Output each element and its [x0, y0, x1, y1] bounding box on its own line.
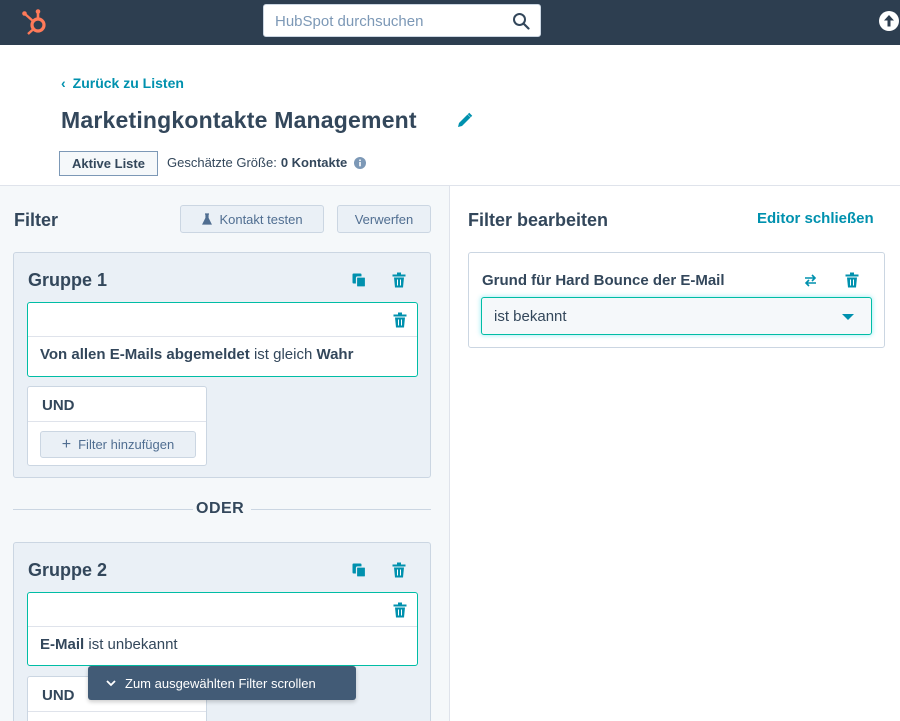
search-icon[interactable] [512, 12, 530, 30]
trash-icon[interactable] [391, 272, 407, 288]
search-input[interactable]: HubSpot durchsuchen [263, 4, 541, 37]
swap-icon[interactable] [803, 273, 818, 288]
clone-icon[interactable] [351, 272, 367, 288]
trash-icon[interactable] [392, 602, 408, 618]
filter-property: E-Mail [40, 636, 85, 653]
add-filter-button[interactable]: + Filter hinzufügen [40, 431, 196, 458]
trash-icon[interactable] [391, 562, 407, 578]
filter-card[interactable]: E-Mail ist unbekannt [27, 592, 418, 666]
group-title: Gruppe 1 [28, 270, 108, 290]
filter-property: Von allen E-Mails abgemeldet [40, 346, 250, 363]
plus-icon: + [61, 435, 72, 453]
or-line-left [13, 509, 193, 510]
discard-label: Verwerfen [354, 211, 414, 227]
close-editor-link[interactable]: Editor schließen [757, 210, 874, 227]
filter-panel: Filter Kontakt testen Verwerfen Gruppe 1 [0, 186, 450, 721]
and-block: UND + Filter hinzufügen [27, 386, 207, 466]
filter-value: Wahr [316, 346, 354, 363]
trash-icon[interactable] [844, 272, 860, 288]
operator-select-value: ist bekannt [494, 308, 567, 325]
filter-edit-card: Grund für Hard Bounce der E-Mail ist bek… [468, 252, 885, 348]
back-link-label: Zurück zu Listen [72, 75, 184, 91]
filter-description: E-Mail ist unbekannt [28, 627, 417, 662]
upgrade-icon[interactable] [878, 10, 900, 32]
top-navigation: HubSpot durchsuchen [0, 0, 900, 45]
or-label: ODER [196, 500, 245, 517]
chevron-down-icon [106, 679, 116, 686]
trash-icon[interactable] [392, 312, 408, 328]
filter-card-header [28, 593, 417, 627]
filter-operator: ist unbekannt [88, 636, 178, 653]
size-value: 0 Kontakte [280, 155, 348, 170]
filter-panel-title: Filter [14, 210, 59, 230]
search-placeholder: HubSpot durchsuchen [275, 13, 424, 30]
add-filter-label: Filter hinzufügen [78, 437, 175, 452]
filter-card-header [28, 303, 417, 337]
filter-operator: ist gleich [253, 346, 313, 363]
clone-icon[interactable] [351, 562, 367, 578]
scroll-to-filter-label: Zum ausgewählten Filter scrollen [125, 675, 316, 691]
filter-card[interactable]: Von allen E-Mails abgemeldet ist gleich … [27, 302, 418, 377]
size-label: Geschätzte Größe: [167, 155, 277, 170]
property-name: Grund für Hard Bounce der E-Mail [482, 272, 725, 289]
discard-button[interactable]: Verwerfen [337, 205, 431, 233]
caret-down-icon [842, 314, 854, 320]
or-line-right [251, 509, 431, 510]
pencil-icon[interactable] [456, 112, 473, 129]
scroll-to-filter-button[interactable]: Zum ausgewählten Filter scrollen [88, 666, 356, 700]
group-title: Gruppe 2 [28, 560, 108, 580]
test-contact-label: Kontakt testen [219, 211, 303, 227]
hubspot-logo-icon[interactable] [20, 8, 48, 36]
and-label: UND [28, 387, 206, 422]
status-badge: Aktive Liste [59, 151, 158, 176]
info-icon[interactable] [354, 156, 367, 169]
back-to-lists-link[interactable]: ‹ Zurück zu Listen [61, 75, 184, 91]
operator-select[interactable]: ist bekannt [481, 297, 872, 335]
flask-icon [202, 213, 213, 225]
filter-editor-panel: Filter bearbeiten Editor schließen Grund… [450, 186, 900, 721]
filter-group-1: Gruppe 1 Von allen E-Mails abgemeldet is… [13, 252, 431, 478]
test-contact-button[interactable]: Kontakt testen [180, 205, 324, 233]
chevron-left-icon: ‹ [61, 75, 66, 91]
editor-panel-title: Filter bearbeiten [468, 210, 609, 230]
page-title: Marketingkontakte Management [61, 107, 417, 133]
or-separator: ODER [13, 499, 431, 519]
filter-description: Von allen E-Mails abgemeldet ist gleich … [28, 337, 417, 372]
estimated-size: Geschätzte Größe: 0 Kontakte [167, 155, 367, 170]
